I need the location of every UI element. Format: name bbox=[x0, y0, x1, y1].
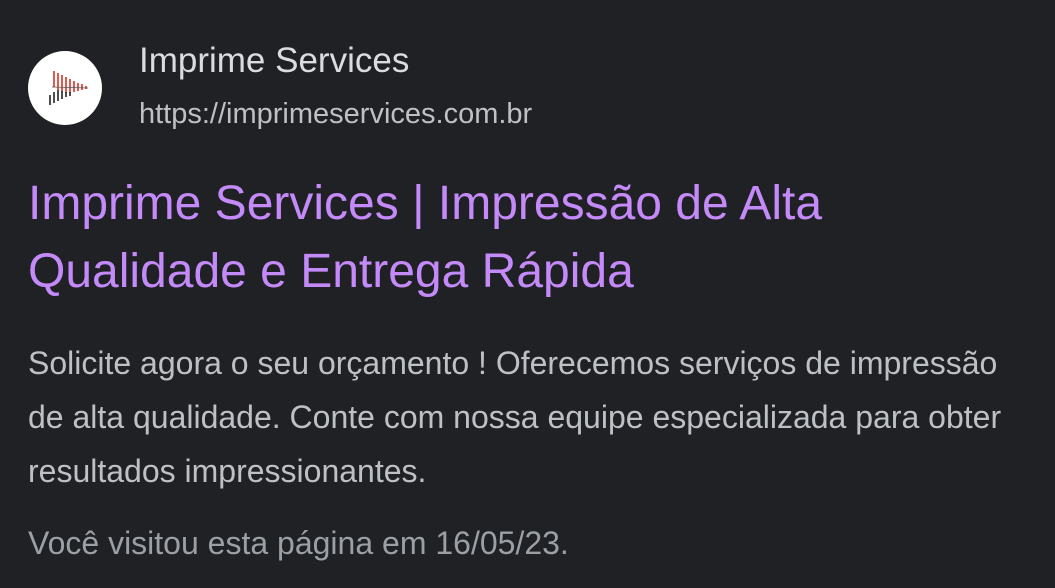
site-url[interactable]: https://imprimeservices.com.br bbox=[139, 96, 532, 132]
result-snippet: Solicite agora o seu orçamento ! Oferece… bbox=[28, 345, 1002, 489]
site-name-link[interactable]: Imprime Services bbox=[139, 40, 409, 82]
result-title-link[interactable]: Imprime Services | Impressão de Alta Qua… bbox=[28, 170, 1038, 306]
site-favicon-icon[interactable] bbox=[28, 51, 102, 125]
imprime-services-logo-icon bbox=[49, 71, 89, 105]
search-result: Imprime Services https://imprimeservices… bbox=[0, 0, 1055, 588]
visited-note: Você visitou esta página em 16/05/23. bbox=[28, 525, 569, 561]
